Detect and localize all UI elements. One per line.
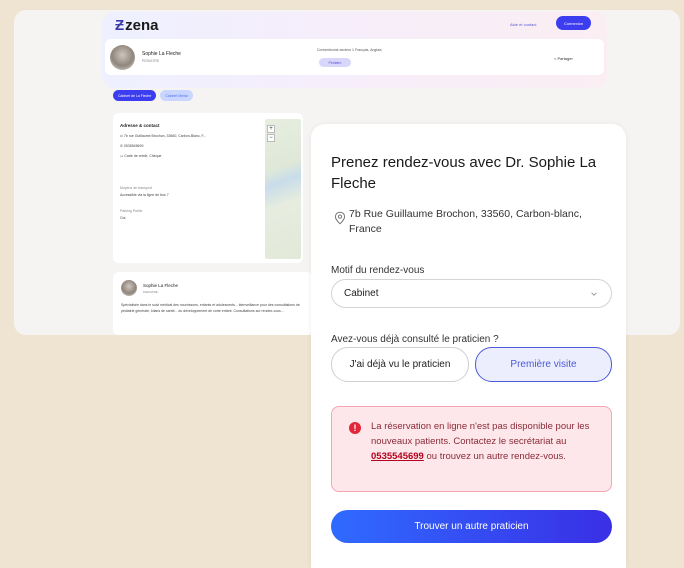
- phone-icon: ✆: [120, 144, 123, 148]
- card-phone[interactable]: ✆ 0535545699: [120, 144, 143, 148]
- booking-title: Prenez rendez-vous avec Dr. Sophie La Fl…: [331, 154, 597, 192]
- find-other-practitioner-button[interactable]: Trouver un autre praticien: [331, 510, 612, 543]
- first-visit-button[interactable]: Première visite: [475, 347, 612, 382]
- specialty-badge: Pédiatre: [319, 58, 351, 67]
- card-phone-text: 0535545699: [123, 144, 144, 148]
- card-address-text: 7b rue Guillaume Brochon, 33560, Carbon-…: [123, 134, 207, 138]
- bio-name: Sophie La Fleche: [143, 283, 179, 288]
- tab-cabinet-la-fleche[interactable]: Cabinet de La Fleche: [113, 90, 157, 101]
- booking-panel: Prenez rendez-vous avec Dr. Sophie La Fl…: [311, 124, 626, 568]
- login-button[interactable]: Connexion: [556, 16, 591, 30]
- pin-icon: ⊙: [120, 134, 123, 138]
- card-icon: ▭: [120, 154, 124, 158]
- share-label: Partager: [557, 56, 573, 61]
- address-contact-card: Adresse & contact ⊙ 7b rue Guillaume Bro…: [113, 113, 303, 263]
- parking-label: Parking Public: [120, 209, 143, 213]
- bio-text: Spécialisée dans le suivi médical des no…: [121, 303, 300, 313]
- unavailable-alert: ! La réservation en ligne n'est pas disp…: [331, 406, 612, 492]
- alert-text: La réservation en ligne n'est pas dispon…: [371, 419, 607, 464]
- booking-address: 7b Rue Guillaume Brochon, 33560, Carbon-…: [349, 208, 582, 235]
- alert-phone-link[interactable]: 0535545699: [371, 451, 424, 462]
- alert-text-before: La réservation en ligne n'est pas dispon…: [371, 421, 590, 447]
- logo-mark-icon: Ƶ: [115, 17, 125, 34]
- doctor-specialty: PEDIATRE: [142, 59, 160, 63]
- bio-avatar: [121, 280, 137, 296]
- share-icon: <: [554, 56, 557, 61]
- doctor-bio-card: Sophie La Fleche PEDIATRE Spécialisée da…: [113, 272, 313, 335]
- site-header: Ƶzena Aide et contact Connexion Sophie L…: [102, 12, 607, 88]
- doctor-avatar: [110, 45, 135, 70]
- location-tabs: Cabinet de La Fleche Cabinet libéral: [113, 90, 193, 101]
- card-address: ⊙ 7b rue Guillaume Brochon, 33560, Carbo…: [120, 134, 206, 138]
- motif-select[interactable]: Cabinet: [331, 279, 612, 308]
- transport-label: Moyens de transport: [120, 186, 152, 190]
- motif-value: Cabinet: [344, 288, 379, 299]
- logo-text: zena: [125, 17, 159, 34]
- help-link[interactable]: Aide et contact: [510, 22, 536, 27]
- bio-specialty: PEDIATRE: [143, 290, 158, 294]
- doctor-conventions: Conventionné secteur 1 Français, Anglais: [317, 48, 382, 52]
- alert-text-after: ou trouvez un autre rendez-vous.: [423, 451, 566, 462]
- card-title: Adresse & contact: [120, 123, 160, 128]
- alert-icon: !: [349, 422, 361, 434]
- card-payment-text: Carte de crédit, Chèque: [124, 154, 162, 158]
- location-pin-icon: [334, 211, 346, 225]
- zoom-out-icon[interactable]: −: [267, 134, 275, 142]
- card-payment: ▭ Carte de crédit, Chèque: [120, 154, 161, 158]
- location-map[interactable]: + −: [265, 119, 301, 259]
- tab-cabinet-liberal[interactable]: Cabinet libéral: [160, 90, 193, 101]
- doctor-name: Sophie La Fleche: [142, 51, 181, 57]
- transport-value: Accessible via la ligne de bus 7: [120, 193, 169, 197]
- already-seen-button[interactable]: J'ai déjà vu le praticien: [331, 347, 469, 382]
- parking-value: Oui: [120, 216, 126, 220]
- doctor-summary: Sophie La Fleche PEDIATRE Conventionné s…: [105, 39, 604, 75]
- zoom-in-icon[interactable]: +: [267, 125, 275, 133]
- share-button[interactable]: < Partager: [554, 56, 573, 61]
- zena-logo[interactable]: Ƶzena: [115, 17, 159, 34]
- consulted-question: Avez-vous déjà consulté le praticien ?: [331, 334, 499, 345]
- motif-label: Motif du rendez-vous: [331, 265, 425, 276]
- chevron-down-icon: [591, 291, 597, 296]
